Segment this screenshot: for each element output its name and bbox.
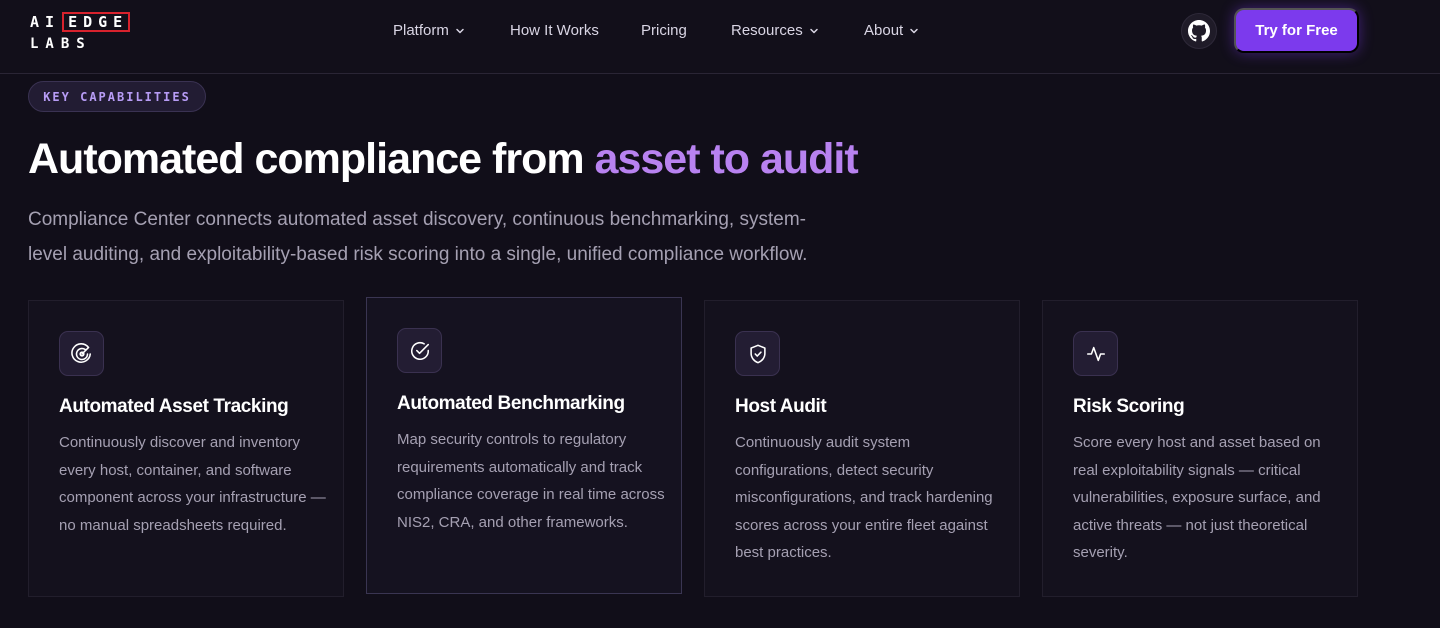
- github-button[interactable]: [1181, 13, 1217, 49]
- main-nav: Platform How It Works Pricing Resources …: [0, 20, 1440, 42]
- card-title: Host Audit: [735, 396, 827, 417]
- card-body: Score every host and asset based on real…: [1073, 434, 1321, 561]
- card-title: Automated Asset Tracking: [59, 396, 289, 417]
- card-body: Continuously audit system configurations…: [735, 434, 993, 561]
- try-for-free-button[interactable]: Try for Free: [1234, 8, 1359, 53]
- nav-label: Resources: [731, 22, 803, 39]
- nav-item-how-it-works[interactable]: How It Works: [510, 20, 599, 42]
- card-title: Automated Benchmarking: [397, 393, 625, 414]
- nav-label: Pricing: [641, 22, 687, 39]
- card-icon-box: [1073, 331, 1118, 376]
- headline-plain: Automated compliance from: [28, 135, 595, 183]
- hero-subtitle: Compliance Center connects automated ass…: [28, 209, 808, 265]
- card-icon-box: [735, 331, 780, 376]
- chevron-down-icon: [456, 28, 464, 34]
- nav-item-platform[interactable]: Platform: [393, 20, 465, 42]
- headline-accent: asset to audit: [594, 135, 859, 183]
- nav-label: Platform: [393, 22, 449, 39]
- chevron-down-icon: [809, 28, 818, 34]
- feature-card-host-audit: Host Audit Continuously audit system con…: [704, 300, 1020, 597]
- nav-item-pricing[interactable]: Pricing: [641, 20, 687, 42]
- feature-card-benchmarking: Automated Benchmarking Map security cont…: [366, 297, 682, 594]
- key-capabilities-badge: KEY CAPABILITIES: [28, 81, 206, 112]
- chevron-down-icon: [910, 28, 918, 34]
- card-icon-box: [59, 331, 104, 376]
- activity-icon: [1086, 346, 1105, 361]
- card-body: Continuously discover and inventory ever…: [59, 434, 326, 534]
- card-body: Map security controls to regulatory requ…: [397, 431, 665, 531]
- navbar: AI EDGE LABS Platform How It Works Pricin…: [0, 0, 1440, 74]
- nav-item-about[interactable]: About: [864, 20, 919, 42]
- feature-card-asset-tracking: Automated Asset Tracking Continuously di…: [28, 300, 344, 597]
- nav-label: How It Works: [510, 22, 599, 39]
- card-title: Risk Scoring: [1073, 396, 1185, 417]
- feature-card-risk-scoring: Risk Scoring Score every host and asset …: [1042, 300, 1358, 597]
- nav-item-resources[interactable]: Resources: [731, 20, 819, 42]
- radar-icon: [70, 342, 91, 363]
- github-icon: [1188, 20, 1210, 42]
- nav-label: About: [864, 22, 904, 39]
- shield-check-icon: [749, 344, 766, 363]
- card-icon-box: [397, 328, 442, 373]
- page-title: Automated compliance from asset to audit: [28, 132, 859, 186]
- check-circle-icon: [410, 341, 429, 360]
